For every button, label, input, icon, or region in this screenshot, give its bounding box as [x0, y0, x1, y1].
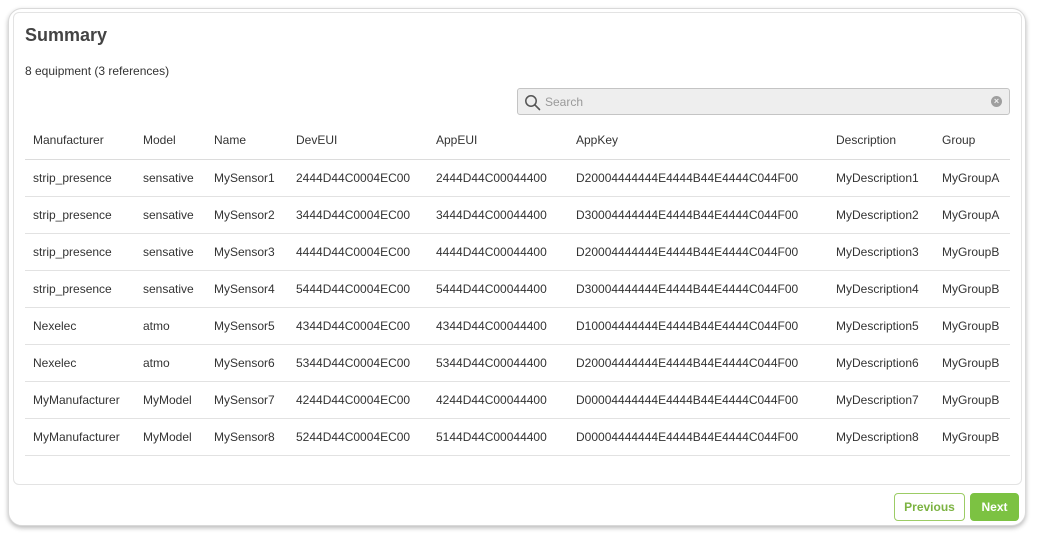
table-cell: MyDescription7: [828, 381, 934, 419]
table-cell: 3444D44C00044400: [428, 196, 568, 234]
equipment-table: Manufacturer Model Name DevEUI AppEUI AppKey D…: [25, 121, 1010, 456]
table-row[interactable]: Nexelec atmo MySensor6 5344D44C0004EC00 5344…: [25, 344, 1010, 382]
table-cell: MySensor4: [206, 270, 288, 308]
table-cell: strip_presence: [25, 159, 135, 197]
search-input[interactable]: [545, 92, 975, 111]
table-cell: MyDescription1: [828, 159, 934, 197]
table-cell: 5444D44C0004EC00: [288, 270, 428, 308]
table-cell: MyDescription6: [828, 344, 934, 382]
previous-button[interactable]: Previous: [894, 493, 965, 521]
column-header: AppEUI: [428, 121, 568, 160]
column-header: Description: [828, 121, 934, 160]
table-cell: strip_presence: [25, 270, 135, 308]
table-cell: atmo: [135, 307, 206, 345]
table-cell: 4244D44C0004EC00: [288, 381, 428, 419]
table-row[interactable]: strip_presence sensative MySensor2 3444D44C…: [25, 196, 1010, 234]
table-cell: MyGroupA: [934, 196, 1010, 234]
equipment-count: 8 equipment (3 references): [25, 64, 170, 78]
column-header: Manufacturer: [25, 121, 135, 160]
table-cell: MyManufacturer: [25, 381, 135, 419]
table-cell: MyGroupB: [934, 381, 1010, 419]
table-cell: MyDescription2: [828, 196, 934, 234]
table-cell: sensative: [135, 270, 206, 308]
table-cell: MyGroupA: [934, 159, 1010, 197]
table-cell: 5344D44C0004EC00: [288, 344, 428, 382]
table-cell: MySensor7: [206, 381, 288, 419]
table-cell: 5144D44C00044400: [428, 418, 568, 456]
table-cell: MySensor2: [206, 196, 288, 234]
table-cell: 2444D44C0004EC00: [288, 159, 428, 197]
table-cell: MySensor6: [206, 344, 288, 382]
table-cell: atmo: [135, 344, 206, 382]
table-cell: MyGroupB: [934, 344, 1010, 382]
table-cell: strip_presence: [25, 233, 135, 271]
column-header: AppKey: [568, 121, 828, 160]
table-header-row: Manufacturer Model Name DevEUI AppEUI AppKey D…: [25, 121, 1010, 160]
table-cell: 5344D44C00044400: [428, 344, 568, 382]
table-cell: MyDescription8: [828, 418, 934, 456]
table-cell: sensative: [135, 233, 206, 271]
table-cell: MySensor5: [206, 307, 288, 345]
table-cell: Nexelec: [25, 344, 135, 382]
column-header: Model: [135, 121, 206, 160]
table-cell: D20004444444E4444B44E4444C044F00: [568, 159, 828, 197]
table-cell: MyModel: [135, 418, 206, 456]
table-cell: 4444D44C00044400: [428, 233, 568, 271]
table-cell: sensative: [135, 196, 206, 234]
table-cell: 3444D44C0004EC00: [288, 196, 428, 234]
page-title: Summary: [25, 25, 108, 45]
table-cell: MyManufacturer: [25, 418, 135, 456]
table-cell: D00004444444E4444B44E4444C044F00: [568, 381, 828, 419]
table-cell: strip_presence: [25, 196, 135, 234]
table-cell: MySensor1: [206, 159, 288, 197]
table-cell: MyModel: [135, 381, 206, 419]
table-cell: 2444D44C00044400: [428, 159, 568, 197]
table-row[interactable]: Nexelec atmo MySensor5 4344D44C0004EC00 4344…: [25, 307, 1010, 345]
table-cell: sensative: [135, 159, 206, 197]
table-cell: MyGroupB: [934, 233, 1010, 271]
table-cell: MySensor3: [206, 233, 288, 271]
table-cell: D20004444444E4444B44E4444C044F00: [568, 344, 828, 382]
table-cell: MyDescription5: [828, 307, 934, 345]
table-row[interactable]: strip_presence sensative MySensor4 5444D44C…: [25, 270, 1010, 308]
table-cell: MyGroupB: [934, 418, 1010, 456]
table-cell: D20004444444E4444B44E4444C044F00: [568, 233, 828, 271]
search-icon: [525, 95, 541, 111]
table-cell: MySensor8: [206, 418, 288, 456]
table-row[interactable]: strip_presence sensative MySensor3 4444D44C…: [25, 233, 1010, 271]
table-row[interactable]: MyManufacturer MyModel MySensor8 5244D44C00…: [25, 418, 1010, 456]
table-cell: D10004444444E4444B44E4444C044F00: [568, 307, 828, 345]
table-cell: MyDescription3: [828, 233, 934, 271]
column-header: Group: [934, 121, 1010, 160]
table-row[interactable]: MyManufacturer MyModel MySensor7 4244D44C00…: [25, 381, 1010, 419]
table-cell: D30004444444E4444B44E4444C044F00: [568, 270, 828, 308]
table-cell: MyDescription4: [828, 270, 934, 308]
column-header: DevEUI: [288, 121, 428, 160]
table-cell: D00004444444E4444B44E4444C044F00: [568, 418, 828, 456]
table-row[interactable]: strip_presence sensative MySensor1 2444D44C…: [25, 159, 1010, 197]
table-cell: 4244D44C00044400: [428, 381, 568, 419]
clear-icon[interactable]: ×: [991, 96, 1002, 107]
table-cell: Nexelec: [25, 307, 135, 345]
column-header: Name: [206, 121, 288, 160]
next-button[interactable]: Next: [970, 493, 1019, 521]
table-cell: MyGroupB: [934, 270, 1010, 308]
table-body: strip_presence sensative MySensor1 2444D44C…: [25, 159, 1010, 456]
table-cell: D30004444444E4444B44E4444C044F00: [568, 196, 828, 234]
search-box[interactable]: ×: [517, 88, 1010, 115]
table-cell: 4344D44C0004EC00: [288, 307, 428, 345]
table-cell: MyGroupB: [934, 307, 1010, 345]
table-cell: 4344D44C00044400: [428, 307, 568, 345]
table-cell: 5244D44C0004EC00: [288, 418, 428, 456]
table-cell: 4444D44C0004EC00: [288, 233, 428, 271]
table-cell: 5444D44C00044400: [428, 270, 568, 308]
